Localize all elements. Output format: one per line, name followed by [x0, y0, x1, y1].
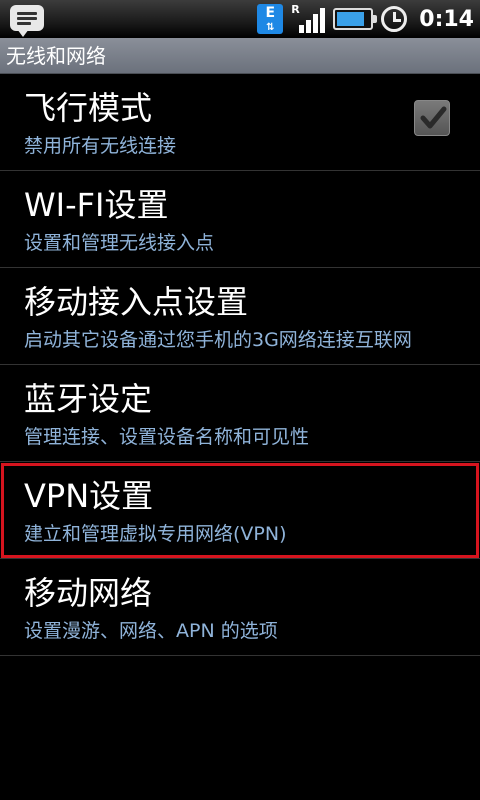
- list-item-bluetooth-settings[interactable]: 蓝牙设定 管理连接、设置设备名称和可见性: [0, 365, 480, 462]
- item-title: WI-FI设置: [24, 186, 169, 224]
- notification-area[interactable]: [10, 5, 46, 37]
- list-item-mobile-networks[interactable]: 移动网络 设置漫游、网络、APN 的选项: [0, 559, 480, 656]
- status-bar: E ⇅ R 0:14: [0, 0, 480, 38]
- edge-data-icon: E ⇅: [257, 4, 284, 34]
- item-title: VPN设置: [24, 477, 154, 515]
- item-summary: 设置和管理无线接入点: [24, 232, 215, 254]
- item-title: 移动网络: [24, 574, 153, 612]
- item-title: 蓝牙设定: [24, 380, 153, 418]
- list-item-vpn-settings[interactable]: VPN设置 建立和管理虚拟专用网络(VPN): [0, 462, 480, 559]
- airplane-mode-checkbox[interactable]: [414, 100, 450, 136]
- item-title: 移动接入点设置: [24, 283, 249, 321]
- message-icon: [10, 5, 44, 37]
- signal-icon: R: [291, 3, 326, 33]
- network-type-label: E: [265, 5, 276, 21]
- clock: 0:14: [419, 6, 474, 32]
- item-summary: 建立和管理虚拟专用网络(VPN): [24, 523, 287, 545]
- item-title: 飞行模式: [24, 89, 153, 127]
- list-item-airplane-mode[interactable]: 飞行模式 禁用所有无线连接: [0, 74, 480, 171]
- item-summary: 禁用所有无线连接: [24, 135, 177, 157]
- item-summary: 管理连接、设置设备名称和可见性: [24, 426, 310, 448]
- settings-list: 飞行模式 禁用所有无线连接 WI-FI设置 设置和管理无线接入点 移动接入点设置…: [0, 74, 480, 656]
- check-icon: [420, 106, 447, 129]
- roaming-indicator: R: [291, 3, 300, 16]
- item-summary: 启动其它设备通过您手机的3G网络连接互联网: [24, 329, 412, 351]
- alarm-icon: [381, 6, 408, 32]
- page-title: 无线和网络: [0, 38, 480, 74]
- status-icons: E ⇅ R 0:14: [257, 3, 474, 34]
- item-summary: 设置漫游、网络、APN 的选项: [24, 620, 278, 642]
- list-item-hotspot-settings[interactable]: 移动接入点设置 启动其它设备通过您手机的3G网络连接互联网: [0, 268, 480, 365]
- list-item-wifi-settings[interactable]: WI-FI设置 设置和管理无线接入点: [0, 171, 480, 268]
- battery-icon: [333, 8, 378, 30]
